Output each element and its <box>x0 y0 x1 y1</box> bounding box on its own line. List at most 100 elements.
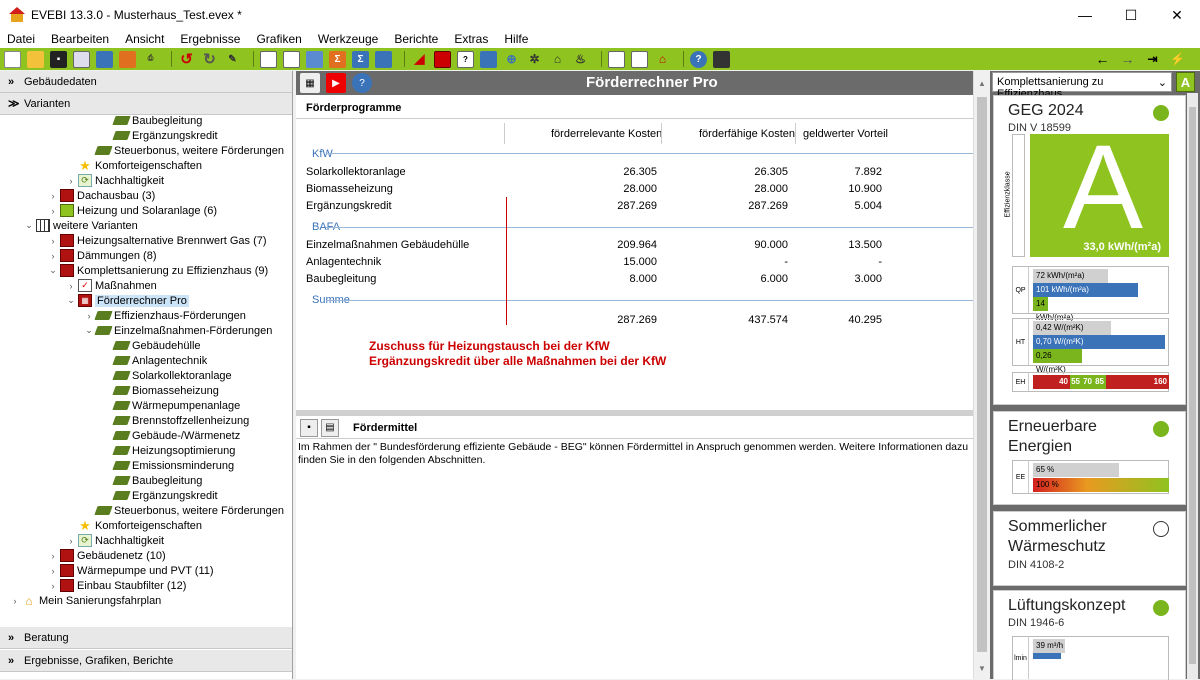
export-icon[interactable] <box>119 50 136 68</box>
section-ergebnisse[interactable]: » Ergebnisse, Grafiken, Berichte <box>0 650 292 672</box>
tree-item[interactable]: Baubegleitung <box>100 473 202 488</box>
print-icon[interactable]: ⎙ <box>142 51 159 68</box>
tree-item[interactable]: › ⟳ Nachhaltigkeit <box>64 533 164 548</box>
tree-item[interactable]: › Heizung und Solaranlage (6) <box>46 203 217 218</box>
roof-icon[interactable]: ◢ <box>411 51 428 68</box>
help-icon[interactable]: ? <box>690 50 707 68</box>
collapsed-chevron-icon[interactable]: › <box>46 191 60 201</box>
tree-item[interactable]: ⌄ Komplettsanierung zu Effizienzhaus (9) <box>46 263 268 278</box>
splitter[interactable] <box>296 410 973 416</box>
tree-item[interactable]: Steuerbonus, weitere Förderungen <box>82 503 284 518</box>
tree-item[interactable]: ★ Komforteigenschaften <box>64 518 202 533</box>
window-icon[interactable] <box>480 50 497 68</box>
document-icon[interactable] <box>260 50 277 68</box>
tree-item[interactable]: › Dämmungen (8) <box>46 248 156 263</box>
collapsed-chevron-icon[interactable]: › <box>64 281 78 291</box>
tree-item[interactable]: Heizungsoptimierung <box>100 443 235 458</box>
undo-icon[interactable]: ↺ <box>178 51 195 68</box>
home-outline-icon[interactable]: ⌂ <box>549 51 566 68</box>
tree-item[interactable]: ★ Komforteigenschaften <box>64 158 202 173</box>
right-scrollbar[interactable] <box>1187 93 1198 679</box>
tree-item[interactable]: › Heizungsalternative Brennwert Gas (7) <box>46 233 267 248</box>
vertical-scrollbar[interactable]: ▲ ▼ <box>973 71 989 679</box>
menu-ansicht[interactable]: Ansicht <box>117 32 172 46</box>
tree-item[interactable]: Anlagentechnik <box>100 353 207 368</box>
variant-selector[interactable]: Komplettsanierung zu Effizienzhaus ⌄ <box>992 72 1172 100</box>
tree-item[interactable]: Emissionsminderung <box>100 458 234 473</box>
section-varianten[interactable]: ≫ Varianten <box>0 93 292 115</box>
calculator-icon[interactable] <box>713 50 730 68</box>
sum-icon[interactable]: Σ <box>329 50 346 68</box>
tree-item[interactable]: › Gebäudenetz (10) <box>46 548 166 563</box>
tree-item[interactable]: Gebäudehülle <box>100 338 201 353</box>
tree-item[interactable]: Baubegleitung <box>100 115 202 128</box>
section-beratung[interactable]: » Beratung <box>0 627 292 649</box>
menu-hilfe[interactable]: Hilfe <box>496 32 536 46</box>
collapsed-chevron-icon[interactable]: › <box>64 536 78 546</box>
tree-item[interactable]: › ✓ Maßnahmen <box>64 278 157 293</box>
menu-bearbeiten[interactable]: Bearbeiten <box>43 32 117 46</box>
scroll-down-icon[interactable]: ▼ <box>974 664 990 673</box>
collapsed-chevron-icon[interactable]: › <box>46 251 60 261</box>
list-icon[interactable] <box>608 50 625 68</box>
tree-item[interactable]: › Effizienzhaus-Förderungen <box>82 308 246 323</box>
tree-item[interactable]: ⌄ ▦ Förderrechner Pro <box>64 293 189 308</box>
tree-item[interactable]: ⌄ Einzelmaßnahmen-Förderungen <box>82 323 272 338</box>
tree-item[interactable]: Ergänzungskredit <box>100 488 218 503</box>
tree-item[interactable]: Ergänzungskredit <box>100 128 218 143</box>
menu-werkzeuge[interactable]: Werkzeuge <box>310 32 386 46</box>
tree-item[interactable]: Wärmepumpenanlage <box>100 398 240 413</box>
collapsed-chevron-icon[interactable]: › <box>64 176 78 186</box>
open-folder-icon[interactable] <box>27 50 44 68</box>
tree-item[interactable]: ⌄ weitere Varianten <box>22 218 138 233</box>
chart-icon[interactable] <box>631 50 648 68</box>
forward-arrow-icon[interactable]: → <box>1119 50 1136 67</box>
expanded-chevron-icon[interactable]: ⌄ <box>64 295 78 306</box>
redo-icon[interactable]: ↻ <box>201 51 218 68</box>
import-icon[interactable] <box>96 50 113 68</box>
tree-item[interactable]: › Dachausbau (3) <box>46 188 155 203</box>
tree-item[interactable]: Gebäude-/Wärmenetz <box>100 428 240 443</box>
globe-icon[interactable]: ⊕ <box>503 51 520 68</box>
sum-all-icon[interactable]: Σ <box>352 50 369 68</box>
tree-item[interactable]: Biomasseheizung <box>100 383 219 398</box>
section-gebaeudedaten[interactable]: » Gebäudedaten <box>0 71 292 93</box>
close-button[interactable]: ✕ <box>1154 0 1200 30</box>
menu-grafiken[interactable]: Grafiken <box>248 32 309 46</box>
tree-icon[interactable] <box>306 50 323 68</box>
efficiency-class-button[interactable]: A <box>1176 72 1195 92</box>
maximize-button[interactable]: ☐ <box>1108 0 1154 30</box>
flame-icon[interactable]: ♨ <box>572 51 589 68</box>
minimize-button[interactable]: — <box>1062 0 1108 30</box>
tree-item[interactable]: › Einbau Staubfilter (12) <box>46 578 186 593</box>
save-icon[interactable]: ▪ <box>50 50 67 68</box>
back-arrow-icon[interactable]: ← <box>1094 50 1111 67</box>
report-icon[interactable] <box>283 50 300 68</box>
settings-icon[interactable]: ✲ <box>526 51 543 68</box>
copy-icon[interactable] <box>73 50 90 68</box>
menu-datei[interactable]: Datei <box>0 32 43 46</box>
new-file-icon[interactable] <box>4 50 21 68</box>
house-check-icon[interactable]: ⌂ <box>654 51 671 68</box>
collapsed-chevron-icon[interactable]: › <box>46 566 60 576</box>
collapsed-chevron-icon[interactable]: › <box>46 206 60 216</box>
expanded-chevron-icon[interactable]: ⌄ <box>46 265 60 276</box>
scrollbar-thumb[interactable] <box>977 97 987 652</box>
scroll-up-icon[interactable]: ▲ <box>974 79 990 88</box>
graph-icon[interactable]: ⚡ <box>1169 50 1186 67</box>
collapsed-chevron-icon[interactable]: › <box>46 236 60 246</box>
collapsed-chevron-icon[interactable]: › <box>46 581 60 591</box>
tree-item[interactable]: Solarkollektoranlage <box>100 368 232 383</box>
document-icon[interactable]: ▤ <box>321 418 339 437</box>
menu-berichte[interactable]: Berichte <box>386 32 446 46</box>
heating-icon[interactable]: ? <box>457 50 474 68</box>
save-icon[interactable]: ▪ <box>300 418 318 437</box>
scrollbar-thumb[interactable] <box>1189 107 1196 664</box>
tree-item[interactable]: Brennstoffzellenheizung <box>100 413 249 428</box>
tree-item[interactable]: › Wärmepumpe und PVT (11) <box>46 563 214 578</box>
collapsed-chevron-icon[interactable]: › <box>8 596 22 606</box>
go-to-end-icon[interactable]: ⇥ <box>1144 50 1161 67</box>
tree-item[interactable]: Steuerbonus, weitere Förderungen <box>82 143 284 158</box>
grid-icon[interactable] <box>375 50 392 68</box>
tree-item[interactable]: › ⌂ Mein Sanierungsfahrplan <box>8 593 162 608</box>
